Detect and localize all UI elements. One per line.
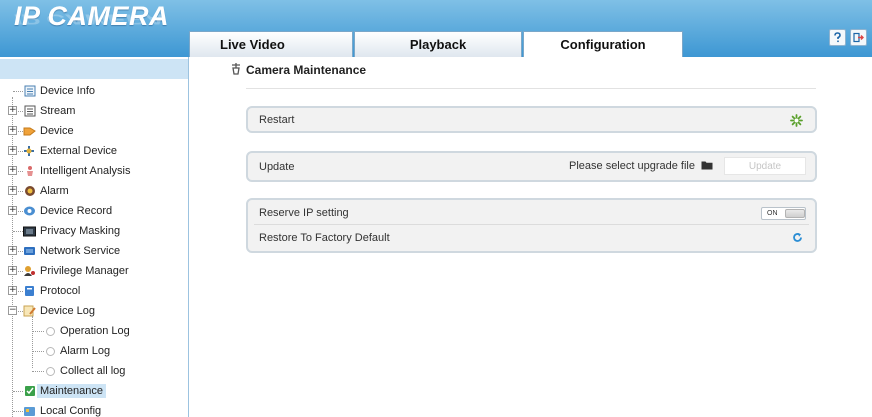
row-separator <box>254 224 809 225</box>
device-icon <box>23 125 36 138</box>
expand-icon[interactable]: + <box>8 286 17 295</box>
sidebar-item-label: Network Service <box>40 245 121 257</box>
reserve-ip-label: Reserve IP setting <box>259 207 349 219</box>
bullet-icon <box>46 347 55 356</box>
sidebar-item-label: Protocol <box>40 285 81 297</box>
expand-icon[interactable]: + <box>8 166 17 175</box>
network-service-icon <box>23 245 36 258</box>
maintenance-title-icon <box>230 62 242 75</box>
sidebar-item-alarm[interactable]: + Alarm <box>0 181 188 201</box>
sidebar-item-label: Alarm Log <box>60 345 111 357</box>
sidebar-item-device[interactable]: + Device <box>0 121 188 141</box>
tab-playback[interactable]: Playback <box>354 31 522 57</box>
sidebar-item-label: Maintenance <box>37 384 106 398</box>
sidebar-item-local-config[interactable]: Local Config <box>0 401 188 417</box>
bullet-icon <box>46 367 55 376</box>
privilege-manager-icon <box>23 265 36 278</box>
sidebar-item-label: Device Info <box>40 85 96 97</box>
external-device-icon <box>23 145 36 158</box>
reset-panel: Reserve IP setting ON Restore To Factory… <box>246 198 817 253</box>
sidebar: Device Info + Stream + Device + External… <box>0 57 189 417</box>
restart-icon[interactable] <box>790 114 803 127</box>
upgrade-file-prompt: Please select upgrade file <box>569 160 695 172</box>
device-record-icon <box>23 205 36 218</box>
sidebar-item-label: Device Log <box>40 305 96 317</box>
sidebar-item-label: Privacy Masking <box>40 225 121 237</box>
sidebar-item-device-log[interactable]: − Device Log <box>0 301 188 321</box>
sidebar-item-label: Local Config <box>40 405 102 417</box>
tree-connector <box>13 391 23 392</box>
sidebar-item-label: External Device <box>40 145 118 157</box>
tree-connector <box>13 91 23 92</box>
restore-default-icon[interactable] <box>792 232 803 246</box>
sidebar-item-privacy-masking[interactable]: Privacy Masking <box>0 221 188 241</box>
sidebar-item-label: Alarm <box>40 185 69 197</box>
toggle-knob <box>785 209 805 218</box>
maintenance-icon <box>23 385 36 398</box>
collapse-icon[interactable]: − <box>8 306 17 315</box>
expand-icon[interactable]: + <box>8 146 17 155</box>
expand-icon[interactable]: + <box>8 246 17 255</box>
sidebar-item-alarm-log[interactable]: Alarm Log <box>0 341 188 361</box>
app-logo: IP CAMERA <box>14 1 170 31</box>
sidebar-item-intelligent-analysis[interactable]: + Intelligent Analysis <box>0 161 188 181</box>
sidebar-item-label: Collect all log <box>60 365 126 377</box>
restart-panel: Restart <box>246 106 817 133</box>
expand-icon[interactable]: + <box>8 266 17 275</box>
sidebar-item-device-record[interactable]: + Device Record <box>0 201 188 221</box>
main-content: Camera Maintenance Restart Update Please… <box>190 57 872 417</box>
sidebar-item-label: Intelligent Analysis <box>40 165 131 177</box>
sidebar-item-stream[interactable]: + Stream <box>0 101 188 121</box>
sidebar-item-privilege-manager[interactable]: + Privilege Manager <box>0 261 188 281</box>
tree-connector <box>32 351 44 352</box>
tree-connector <box>32 331 44 332</box>
tree-connector <box>13 231 23 232</box>
help-icon[interactable] <box>829 29 846 46</box>
sidebar-item-maintenance[interactable]: Maintenance <box>0 381 188 401</box>
privacy-masking-icon <box>23 225 36 238</box>
app-header: IP CAMERA IP CAMERA Live Video Playback … <box>0 0 872 57</box>
alarm-icon <box>23 185 36 198</box>
folder-icon[interactable] <box>701 160 713 170</box>
expand-icon[interactable]: + <box>8 106 17 115</box>
restart-label: Restart <box>259 114 295 126</box>
expand-icon[interactable]: + <box>8 186 17 195</box>
sidebar-item-label: Device <box>40 125 74 137</box>
tree-connector <box>32 371 44 372</box>
sidebar-item-label: Operation Log <box>60 325 130 337</box>
update-panel: Update Please select upgrade file Update <box>246 151 817 182</box>
reserve-ip-toggle[interactable]: ON <box>761 207 806 220</box>
main-tabs: Live Video Playback Configuration <box>189 31 684 57</box>
update-label: Update <box>259 161 295 173</box>
factory-default-label: Restore To Factory Default <box>259 232 390 244</box>
sidebar-item-label: Stream <box>40 105 76 117</box>
sidebar-top-bar <box>0 59 188 79</box>
sidebar-item-device-info[interactable]: Device Info <box>0 81 188 101</box>
tab-live-video[interactable]: Live Video <box>189 31 353 57</box>
sidebar-item-collect-all-log[interactable]: Collect all log <box>0 361 188 381</box>
bullet-icon <box>46 327 55 336</box>
stream-icon <box>23 105 36 118</box>
sidebar-item-external-device[interactable]: + External Device <box>0 141 188 161</box>
local-config-icon <box>23 405 36 417</box>
sidebar-item-operation-log[interactable]: Operation Log <box>0 321 188 341</box>
tab-configuration[interactable]: Configuration <box>523 31 683 57</box>
title-divider <box>246 88 816 89</box>
protocol-icon <box>23 285 36 298</box>
sidebar-item-label: Privilege Manager <box>40 265 129 277</box>
expand-icon[interactable]: + <box>8 206 17 215</box>
logout-icon[interactable] <box>850 29 867 46</box>
sidebar-item-network-service[interactable]: + Network Service <box>0 241 188 261</box>
toggle-state-label: ON <box>767 210 778 217</box>
update-button[interactable]: Update <box>724 157 806 175</box>
expand-icon[interactable]: + <box>8 126 17 135</box>
sidebar-item-label: Device Record <box>40 205 113 217</box>
device-log-icon <box>23 305 36 318</box>
tree-connector <box>13 411 23 412</box>
page-title: Camera Maintenance <box>246 63 367 77</box>
device-info-icon <box>23 85 36 98</box>
sidebar-item-protocol[interactable]: + Protocol <box>0 281 188 301</box>
intelligent-analysis-icon <box>23 165 36 178</box>
